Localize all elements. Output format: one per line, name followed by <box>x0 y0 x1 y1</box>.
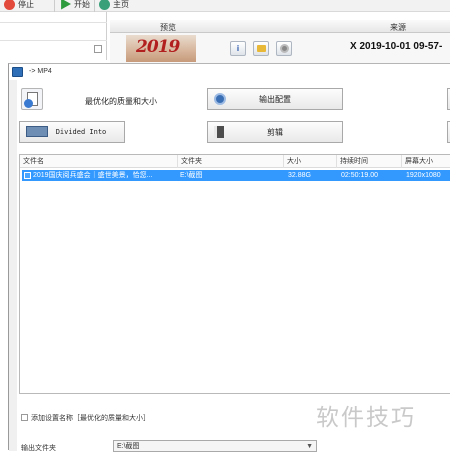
settings-button[interactable] <box>276 41 292 56</box>
start-label: 开始 <box>74 0 90 9</box>
thumbnail-text: 2019 <box>136 37 180 57</box>
split-icon <box>26 126 48 137</box>
stop-button[interactable]: 停止 <box>4 0 34 11</box>
dialog-side-strip <box>9 80 17 451</box>
main-toolbar: 停止 开始 主页 <box>0 0 450 12</box>
dialog-title: -> MP4 <box>29 68 52 75</box>
convert-dialog: -> MP4 最优化的质量和大小 输出配置 Divided Into 剪辑 文件… <box>8 63 450 452</box>
cut-button[interactable]: 剪辑 <box>207 121 343 143</box>
panel-checkbox[interactable] <box>94 45 102 53</box>
add-setting-name-label[interactable]: 添加设置名称［最优化的质量和大小］ <box>31 413 150 423</box>
cell-folder: E:\截图 <box>180 172 203 179</box>
cell-screen-size: 1920x1080 <box>406 172 441 179</box>
info-button[interactable]: i <box>230 41 246 56</box>
chevron-down-icon: ▼ <box>306 443 313 450</box>
video-thumbnail: 2019 <box>126 35 196 62</box>
left-panel <box>0 12 107 60</box>
divided-into-button[interactable]: Divided Into <box>19 121 125 143</box>
source-value: X 2019-10-01 09-57- <box>350 41 443 52</box>
file-list-header: 预览 来源 <box>110 20 450 33</box>
divider <box>0 22 107 23</box>
output-settings-icon <box>214 93 226 105</box>
column-preview[interactable]: 预览 <box>160 22 176 33</box>
column-size[interactable]: 大小 <box>284 155 337 168</box>
column-duration[interactable]: 持续时间 <box>337 155 402 168</box>
open-folder-button[interactable] <box>253 41 269 56</box>
home-icon <box>99 0 110 10</box>
stop-label: 停止 <box>18 0 34 9</box>
output-settings-button[interactable]: 输出配置 <box>207 88 343 110</box>
watermark: 软件技巧 <box>316 405 416 431</box>
column-screen-size[interactable]: 屏幕大小 <box>402 155 450 168</box>
output-folder-value: E:\截图 <box>117 443 140 450</box>
file-list-row[interactable]: 2019 i X 2019-10-01 09-57- <box>110 33 450 63</box>
cell-filename: 2019国庆阅兵盛会｜盛世美景，恰您... <box>33 172 153 179</box>
dialog-titlebar[interactable]: -> MP4 <box>9 64 450 80</box>
cell-size: 32.88G <box>288 172 311 179</box>
app-icon <box>12 67 23 77</box>
table-row[interactable]: 2019国庆阅兵盛会｜盛世美景，恰您... E:\截图 32.88G 02:50… <box>22 170 450 181</box>
cell-duration: 02:50:19.00 <box>341 172 378 179</box>
column-folder[interactable]: 文件夹 <box>178 155 284 168</box>
divider <box>0 40 107 41</box>
stop-icon <box>4 0 15 10</box>
output-settings-label: 输出配置 <box>259 94 291 104</box>
gear-icon <box>279 44 289 53</box>
home-label: 主页 <box>113 0 129 9</box>
profile-icon[interactable] <box>21 88 43 110</box>
column-filename[interactable]: 文件名 <box>20 155 178 168</box>
play-icon <box>61 0 71 10</box>
divided-into-label: Divided Into <box>55 128 107 136</box>
home-button[interactable]: 主页 <box>99 0 129 11</box>
cut-label: 剪辑 <box>267 127 283 137</box>
profile-label[interactable]: 最优化的质量和大小 <box>85 96 157 107</box>
start-button[interactable]: 开始 <box>60 0 90 11</box>
table-header: 文件名 文件夹 大小 持续时间 屏幕大小 <box>20 155 450 168</box>
file-table: 文件名 文件夹 大小 持续时间 屏幕大小 2019国庆阅兵盛会｜盛世美景，恰您.… <box>19 154 450 394</box>
column-source[interactable]: 来源 <box>390 22 406 33</box>
toolbar-divider <box>54 0 55 12</box>
add-setting-name-checkbox[interactable] <box>21 414 28 421</box>
toolbar-divider <box>94 0 95 12</box>
info-icon: i <box>236 43 240 53</box>
output-folder-select[interactable]: E:\截图 ▼ <box>113 440 317 452</box>
disc-icon <box>24 99 33 108</box>
folder-icon <box>256 45 266 52</box>
row-checkbox[interactable] <box>24 172 31 179</box>
output-folder-label: 输出文件夹 <box>21 445 56 452</box>
film-cut-icon <box>214 126 224 138</box>
